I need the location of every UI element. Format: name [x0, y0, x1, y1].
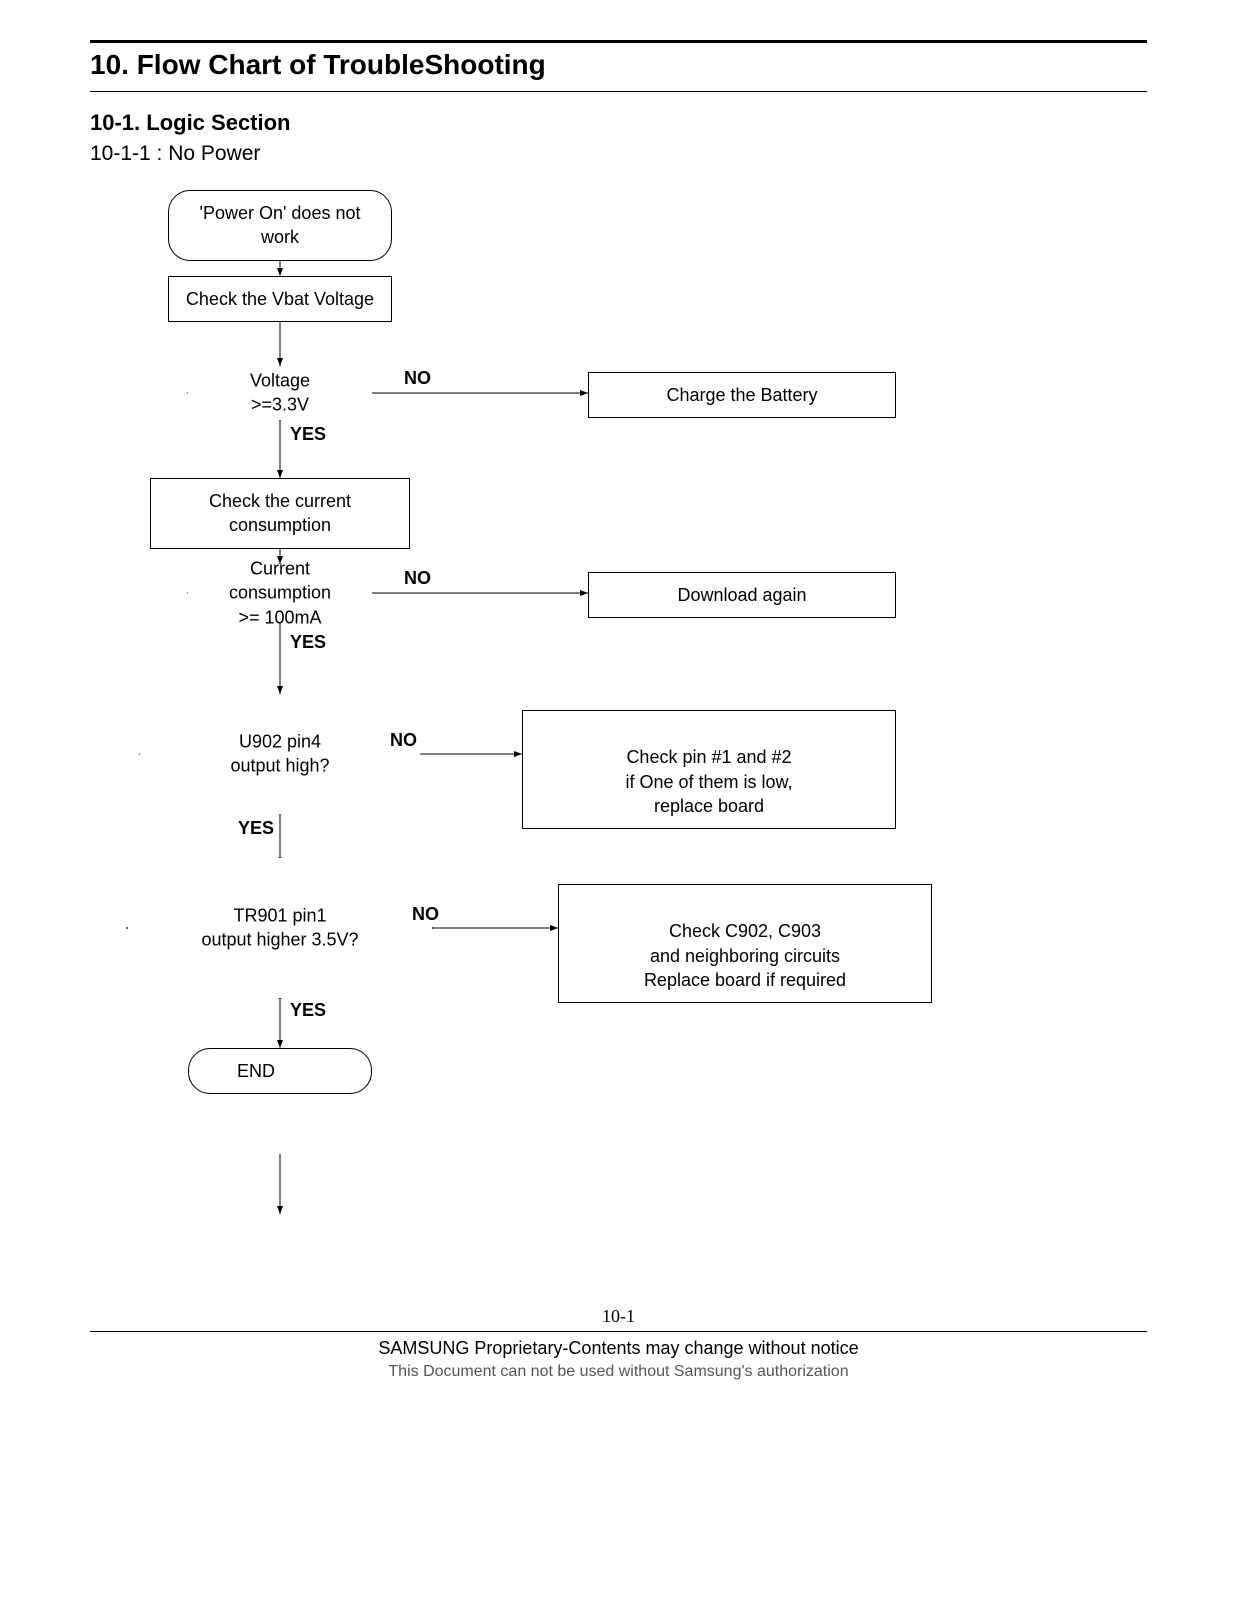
- top-rule: [90, 40, 1147, 43]
- decision-tr901: TR901 pin1 output higher 3.5V?: [128, 858, 432, 998]
- node-label: Check C902, C903 and neighboring circuit…: [644, 921, 846, 990]
- process-check-pins: Check pin #1 and #2 if One of them is lo…: [522, 710, 896, 829]
- process-download-again: Download again: [588, 572, 896, 618]
- yes-label: YES: [290, 1000, 326, 1021]
- footer-line-1: SAMSUNG Proprietary-Contents may change …: [90, 1338, 1147, 1359]
- footer-rule: [90, 1331, 1147, 1332]
- node-label: Charge the Battery: [666, 385, 817, 405]
- node-label: Download again: [677, 585, 806, 605]
- decision-u902: U902 pin4 output high?: [140, 694, 420, 814]
- flowchart: 'Power On' does not work Check the Vbat …: [90, 186, 1147, 1286]
- page-footer: 10-1 SAMSUNG Proprietary-Contents may ch…: [90, 1306, 1147, 1381]
- page: 10. Flow Chart of TroubleShooting 10-1. …: [0, 0, 1237, 1411]
- yes-label: YES: [290, 632, 326, 653]
- node-label: Voltage >=3.3V: [250, 371, 310, 415]
- decision-current: Current consumption >= 100mA: [188, 564, 372, 622]
- subsection-heading: 10-1-1 : No Power: [90, 142, 1147, 166]
- no-label: NO: [390, 730, 417, 751]
- footer-line-2: This Document can not be used without Sa…: [90, 1363, 1147, 1381]
- page-title: 10. Flow Chart of TroubleShooting: [90, 49, 1147, 81]
- process-check-c902: Check C902, C903 and neighboring circuit…: [558, 884, 932, 1003]
- no-label: NO: [404, 368, 431, 389]
- no-label: NO: [412, 904, 439, 925]
- node-label: 'Power On' does not work: [200, 203, 361, 247]
- node-label: Check the current consumption: [209, 491, 351, 535]
- yes-label: YES: [290, 424, 326, 445]
- terminator-start: 'Power On' does not work: [168, 190, 392, 261]
- page-number: 10-1: [90, 1306, 1147, 1327]
- title-underline: [90, 91, 1147, 92]
- node-label: Check the Vbat Voltage: [186, 289, 374, 309]
- yes-label: YES: [238, 818, 274, 839]
- process-charge-battery: Charge the Battery: [588, 372, 896, 418]
- node-label: U902 pin4 output high?: [230, 732, 329, 776]
- node-label: Current consumption >= 100mA: [229, 559, 331, 628]
- node-label: END: [237, 1061, 275, 1081]
- node-label: Check pin #1 and #2 if One of them is lo…: [625, 747, 792, 816]
- no-label: NO: [404, 568, 431, 589]
- terminator-end: END: [188, 1048, 372, 1094]
- node-label: TR901 pin1 output higher 3.5V?: [201, 906, 358, 950]
- process-check-current: Check the current consumption: [150, 478, 410, 549]
- process-check-vbat: Check the Vbat Voltage: [168, 276, 392, 322]
- section-heading: 10-1. Logic Section: [90, 110, 1147, 136]
- decision-voltage: Voltage >=3.3V: [188, 366, 372, 420]
